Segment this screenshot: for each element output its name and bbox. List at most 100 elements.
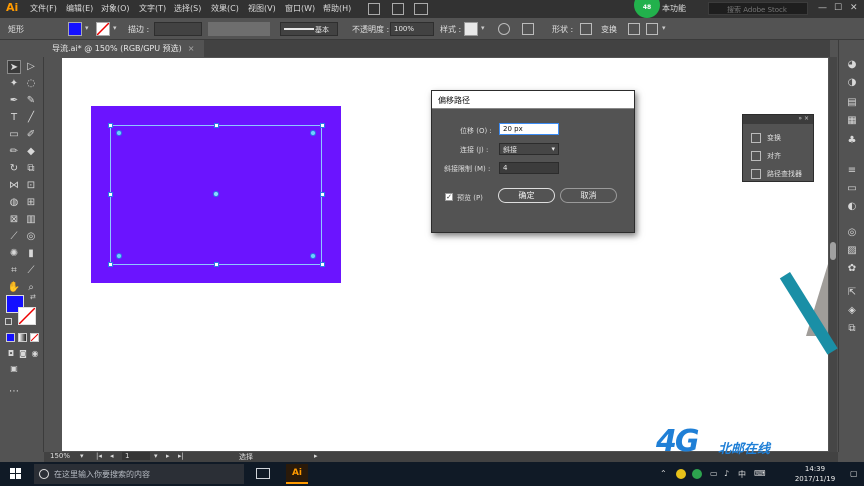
shaper-tool-icon[interactable]: ✏ (7, 145, 21, 159)
chevron-up-icon[interactable]: ⌃ (660, 469, 667, 478)
join-select[interactable]: 斜接 ▾ (499, 143, 559, 155)
first-artboard-icon[interactable]: |◂ (96, 452, 102, 460)
menu-help[interactable]: 帮助(H) (323, 3, 351, 14)
cancel-button[interactable]: 取消 (560, 188, 617, 203)
shape-properties-button[interactable]: 形状 : (552, 24, 573, 35)
miter-limit-input[interactable]: 4 (499, 162, 559, 174)
gradient-tool-icon[interactable]: ▥ (24, 213, 38, 227)
draw-inside-icon[interactable]: ◉ (28, 347, 42, 361)
corner-widget[interactable] (310, 130, 316, 136)
transparency-panel-icon[interactable]: ◐ (845, 200, 859, 214)
previous-artboard-icon[interactable]: ◂ (110, 452, 114, 460)
symbols-icon[interactable]: ✿ (845, 262, 859, 276)
column-graph-tool-icon[interactable]: ▮ (24, 247, 38, 261)
mesh-tool-icon[interactable]: ⊠ (7, 213, 21, 227)
color-mode-icon[interactable] (6, 333, 15, 342)
rectangle-tool-icon[interactable]: ▭ (7, 128, 21, 142)
scale-tool-icon[interactable]: ⧉ (24, 162, 38, 176)
chevron-down-icon[interactable]: ▾ (662, 24, 666, 32)
symbol-sprayer-tool-icon[interactable]: ✺ (7, 247, 21, 261)
chevron-down-icon[interactable]: ▾ (481, 24, 485, 32)
close-icon[interactable]: × (188, 44, 195, 53)
resize-handle[interactable] (320, 262, 325, 267)
tab-document[interactable]: 导流.ai* @ 150% (RGB/GPU 预选) × (20, 40, 205, 57)
zoom-level[interactable]: 150% (50, 452, 70, 460)
fill-swatch[interactable] (68, 22, 82, 36)
transform-button[interactable]: 变换 (601, 24, 617, 35)
stroke-swatch[interactable] (96, 22, 110, 36)
opacity-field[interactable]: 100% (390, 22, 434, 36)
paintbrush-tool-icon[interactable]: ✐ (24, 128, 38, 142)
menu-type[interactable]: 文字(T) (139, 3, 166, 14)
tray-app-icon[interactable] (676, 469, 686, 479)
scrollbar-thumb[interactable] (830, 242, 836, 260)
free-transform-tool-icon[interactable]: ⊡ (24, 179, 38, 193)
vertical-scrollbar[interactable] (829, 57, 837, 452)
perspective-grid-tool-icon[interactable]: ⊞ (24, 196, 38, 210)
chevron-down-icon[interactable]: ▾ (154, 452, 158, 460)
swap-colors-icon[interactable]: ⇄ (30, 293, 36, 301)
corner-widget[interactable] (116, 253, 122, 259)
variable-width-profile[interactable] (208, 22, 270, 36)
stroke-panel-icon[interactable]: ≡ (845, 164, 859, 178)
color-panel-icon[interactable]: ◕ (845, 58, 859, 72)
export-asset-icon[interactable]: ⇱ (845, 286, 859, 300)
lasso-tool-icon[interactable]: ◌ (24, 77, 38, 91)
panel-item-pathfinder[interactable]: 路径查找器 (751, 169, 802, 179)
color-guide-icon[interactable]: ◑ (845, 76, 859, 90)
line-tool-icon[interactable]: ╱ (24, 111, 38, 125)
panel-item-transform[interactable]: 变换 (751, 133, 781, 143)
resize-handle[interactable] (320, 192, 325, 197)
offset-input[interactable]: 20 px (499, 123, 559, 135)
task-view-icon[interactable] (256, 468, 270, 479)
resize-handle[interactable] (320, 123, 325, 128)
type-tool-icon[interactable]: T (7, 111, 21, 125)
preview-checkbox[interactable]: ✓ (445, 193, 453, 201)
grid-icon[interactable] (646, 23, 658, 35)
graphic-style-swatch[interactable] (464, 22, 478, 36)
keyboard-icon[interactable]: ⌨ (754, 469, 766, 478)
gradient-panel-icon[interactable]: ▭ (845, 182, 859, 196)
minimize-button[interactable]: — (818, 3, 827, 13)
artboard-tool-icon[interactable]: ⌗ (7, 264, 21, 278)
resize-handle[interactable] (108, 123, 113, 128)
direct-selection-tool-icon[interactable]: ▷ (24, 60, 38, 74)
align-icon[interactable] (522, 23, 534, 35)
bridge-icon[interactable] (368, 3, 380, 15)
screen-mode-icon[interactable]: ▣ (7, 362, 21, 376)
panel-header[interactable]: » × (743, 115, 813, 124)
illustrator-taskbar-button[interactable]: Ai (286, 464, 308, 484)
maximize-button[interactable]: ☐ (834, 3, 842, 13)
taskbar-search-input[interactable]: 在这里输入你要搜索的内容 (34, 464, 244, 484)
eraser-tool-icon[interactable]: ◆ (24, 145, 38, 159)
curvature-tool-icon[interactable]: ✎ (24, 94, 38, 108)
status-menu-arrow[interactable]: ▸ (314, 452, 318, 460)
gradient-mode-icon[interactable] (18, 333, 27, 342)
corner-widget[interactable] (116, 130, 122, 136)
recolor-artwork-icon[interactable] (498, 23, 510, 35)
graphic-styles-icon[interactable]: ▨ (845, 244, 859, 258)
menu-file[interactable]: 文件(F) (30, 3, 57, 14)
stroke-color-box[interactable] (18, 307, 36, 325)
menu-view[interactable]: 视图(V) (248, 3, 276, 14)
layers-icon[interactable]: ◈ (845, 304, 859, 318)
language-indicator[interactable]: 中 (738, 469, 746, 480)
stock-search-input[interactable]: 搜索 Adobe Stock (708, 2, 808, 15)
next-artboard-icon[interactable]: ▸ (166, 452, 170, 460)
menu-effect[interactable]: 效果(C) (211, 3, 239, 14)
rotate-tool-icon[interactable]: ↻ (7, 162, 21, 176)
appearance-panel-icon[interactable]: ◎ (845, 226, 859, 240)
libraries-icon[interactable]: ▤ (845, 96, 859, 110)
shape-icon[interactable] (580, 23, 592, 35)
isolate-icon[interactable] (628, 23, 640, 35)
brushes-icon[interactable]: ♣ (845, 134, 859, 148)
panel-item-align[interactable]: 对齐 (751, 151, 781, 161)
none-mode-icon[interactable] (30, 333, 39, 342)
corner-widget[interactable] (310, 253, 316, 259)
menu-select[interactable]: 选择(S) (174, 3, 201, 14)
blend-tool-icon[interactable]: ◎ (24, 230, 38, 244)
close-button[interactable]: ✕ (850, 3, 858, 13)
windows-start-icon[interactable] (10, 468, 22, 480)
shape-builder-tool-icon[interactable]: ◍ (7, 196, 21, 210)
menu-object[interactable]: 对象(O) (101, 3, 130, 14)
